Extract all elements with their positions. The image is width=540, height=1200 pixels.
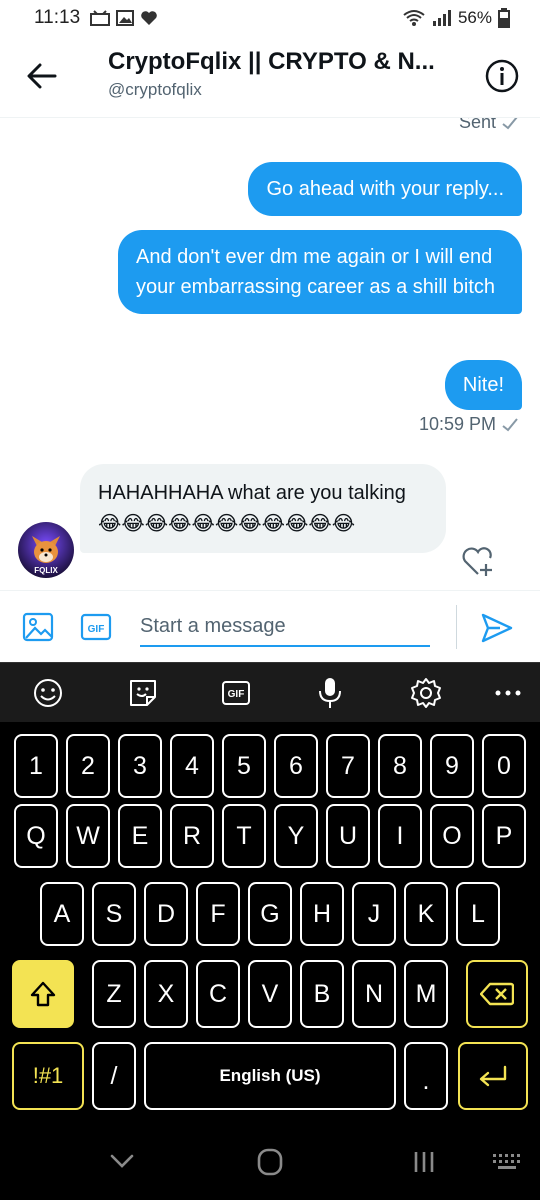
avatar[interactable]: FQLIX <box>18 522 74 578</box>
svg-text:GIF: GIF <box>88 624 105 635</box>
message-timestamp: 10:59 PM <box>419 414 518 435</box>
settings-gear-icon[interactable] <box>408 677 444 709</box>
image-icon[interactable] <box>22 611 54 643</box>
key-z[interactable]: Z <box>92 960 136 1028</box>
avatar-label: FQLIX <box>34 566 58 575</box>
symbols-key[interactable]: !#1 <box>12 1042 84 1110</box>
key-5[interactable]: 5 <box>222 734 266 798</box>
keyboard-switch-icon[interactable] <box>490 1146 526 1178</box>
conversation-handle: @cryptofqlix <box>108 80 202 99</box>
key-d[interactable]: D <box>144 882 188 946</box>
wifi-icon <box>403 10 425 26</box>
key-x[interactable]: X <box>144 960 188 1028</box>
keyboard: GIF 1 2 3 4 5 6 7 8 9 0 Q W E R T Y U I … <box>0 662 540 1122</box>
add-reaction-icon[interactable] <box>460 544 496 580</box>
key-4[interactable]: 4 <box>170 734 214 798</box>
sent-status: Sent <box>459 118 518 133</box>
key-r[interactable]: R <box>170 804 214 868</box>
key-a[interactable]: A <box>40 882 84 946</box>
message-composer: GIF <box>0 590 540 662</box>
composer-divider <box>456 605 457 649</box>
key-i[interactable]: I <box>378 804 422 868</box>
key-l[interactable]: L <box>456 882 500 946</box>
laughing-emoji-row: 😂😂😂😂😂😂😂😂😂😂😂 <box>98 511 356 535</box>
slash-key[interactable]: / <box>92 1042 136 1110</box>
outgoing-message[interactable]: And don't ever dm me again or I will end… <box>118 230 522 314</box>
microphone-icon[interactable] <box>312 677 348 709</box>
key-2[interactable]: 2 <box>66 734 110 798</box>
svg-text:GIF: GIF <box>228 689 245 700</box>
status-bar: 11:13 56% <box>0 0 540 36</box>
message-input[interactable] <box>140 607 430 647</box>
space-key[interactable]: English (US) <box>144 1042 396 1110</box>
avatar-image: FQLIX <box>18 522 74 578</box>
key-c[interactable]: C <box>196 960 240 1028</box>
key-u[interactable]: U <box>326 804 370 868</box>
key-e[interactable]: E <box>118 804 162 868</box>
key-6[interactable]: 6 <box>274 734 318 798</box>
nav-back-chevron-icon[interactable] <box>104 1146 140 1178</box>
battery-icon <box>498 8 510 28</box>
key-0[interactable]: 0 <box>482 734 526 798</box>
key-b[interactable]: B <box>300 960 344 1028</box>
status-time: 11:13 <box>34 7 81 28</box>
incoming-message-text: HAHAHHAHA what are you talking <box>98 482 406 504</box>
key-o[interactable]: O <box>430 804 474 868</box>
outgoing-message[interactable]: Nite! <box>444 360 522 410</box>
key-v[interactable]: V <box>248 960 292 1028</box>
key-g[interactable]: G <box>248 882 292 946</box>
backspace-icon <box>480 982 514 1006</box>
back-button[interactable] <box>22 56 62 96</box>
message-list[interactable]: Sent Go ahead with your reply... And don… <box>0 118 540 590</box>
check-icon <box>502 118 518 129</box>
key-3[interactable]: 3 <box>118 734 162 798</box>
signal-icon <box>432 10 451 26</box>
backspace-key[interactable] <box>466 960 528 1028</box>
period-key[interactable]: . <box>404 1042 448 1110</box>
arrow-left-icon <box>27 63 57 89</box>
check-icon <box>502 417 518 431</box>
key-1[interactable]: 1 <box>14 734 58 798</box>
gallery-icon <box>116 10 135 26</box>
gif-icon: GIF <box>80 613 112 641</box>
nav-home-icon[interactable] <box>252 1146 288 1178</box>
incoming-message[interactable]: HAHAHHAHA what are you talking 😂😂😂😂😂😂😂😂😂… <box>80 464 446 553</box>
conversation-title[interactable]: CryptoFqlix || CRYPTO & N... <box>108 48 468 76</box>
outgoing-message[interactable]: Go ahead with your reply... <box>248 162 522 216</box>
info-icon[interactable] <box>484 58 520 94</box>
system-nav-bar <box>0 1122 540 1200</box>
notification-app-icon <box>90 10 111 26</box>
sticker-icon[interactable] <box>125 677 161 709</box>
shift-key[interactable] <box>12 960 74 1028</box>
send-icon[interactable] <box>480 611 514 645</box>
gif-icon: GIF <box>222 681 250 705</box>
key-k[interactable]: K <box>404 882 448 946</box>
conversation-header: CryptoFqlix || CRYPTO & N... @cryptofqli… <box>0 36 540 118</box>
shift-arrow-icon <box>30 981 56 1007</box>
key-j[interactable]: J <box>352 882 396 946</box>
emoji-icon[interactable] <box>30 677 66 709</box>
key-9[interactable]: 9 <box>430 734 474 798</box>
key-q[interactable]: Q <box>14 804 58 868</box>
key-h[interactable]: H <box>300 882 344 946</box>
key-s[interactable]: S <box>92 882 136 946</box>
key-n[interactable]: N <box>352 960 396 1028</box>
key-p[interactable]: P <box>482 804 526 868</box>
enter-key[interactable] <box>458 1042 528 1110</box>
gif-button[interactable]: GIF <box>80 611 112 643</box>
key-t[interactable]: T <box>222 804 266 868</box>
battery-percent: 56% <box>457 8 492 27</box>
key-f[interactable]: F <box>196 882 240 946</box>
key-w[interactable]: W <box>66 804 110 868</box>
keyboard-toolbar: GIF <box>0 662 540 722</box>
key-7[interactable]: 7 <box>326 734 370 798</box>
key-y[interactable]: Y <box>274 804 318 868</box>
key-8[interactable]: 8 <box>378 734 422 798</box>
key-m[interactable]: M <box>404 960 448 1028</box>
keyboard-gif-button[interactable]: GIF <box>218 677 254 709</box>
enter-arrow-icon <box>479 1065 507 1087</box>
more-options-icon[interactable] <box>490 677 526 709</box>
nav-recents-icon[interactable] <box>406 1146 442 1178</box>
heart-icon <box>141 11 157 25</box>
